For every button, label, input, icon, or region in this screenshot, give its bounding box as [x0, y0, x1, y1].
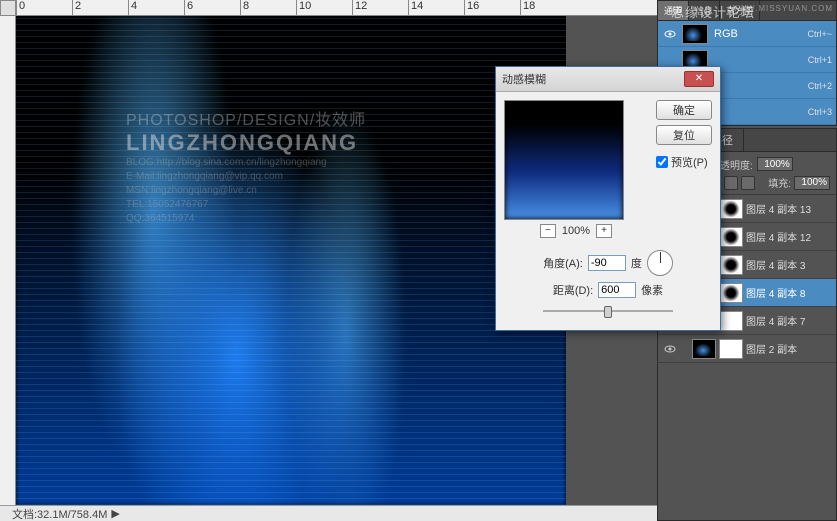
layer-name: 图层 4 副本 7: [746, 313, 805, 328]
status-flyout-icon[interactable]: ▶: [111, 507, 119, 520]
eye-icon[interactable]: [662, 342, 678, 356]
angle-unit: 度: [631, 255, 642, 271]
angle-label: 角度(A):: [543, 255, 583, 271]
zoom-in-button[interactable]: +: [596, 224, 612, 238]
ruler-horizontal[interactable]: 024681012141618: [16, 0, 657, 16]
layer-name: 图层 4 副本 8: [746, 285, 805, 300]
fill-label: 填充:: [768, 175, 791, 190]
channel-thumb: [682, 24, 708, 44]
distance-input[interactable]: [598, 282, 636, 298]
ruler-origin[interactable]: [0, 0, 16, 16]
status-bar: 文档:32.1M/758.4M ▶: [0, 505, 657, 521]
slider-thumb[interactable]: [604, 306, 612, 318]
document-canvas[interactable]: PHOTOSHOP/DESIGN/妆效师 LINGZHONGQIANG BLOG…: [16, 16, 566, 505]
reset-button[interactable]: 复位: [656, 125, 712, 145]
artwork-credit-text: PHOTOSHOP/DESIGN/妆效师 LINGZHONGQIANG BLOG…: [126, 106, 556, 226]
tab-histogram[interactable]: 直方图: [720, 1, 760, 20]
motion-blur-dialog: 动感模糊 ✕ − 100% + 确定 复位 预览(P) 角度(A): 度: [495, 66, 721, 331]
channel-shortcut: Ctrl+3: [808, 107, 832, 117]
layer-row[interactable]: 图层 2 副本: [658, 335, 836, 363]
channel-shortcut: Ctrl+1: [808, 55, 832, 65]
opacity-input[interactable]: [757, 157, 793, 171]
preview-box[interactable]: [504, 100, 624, 220]
zoom-out-button[interactable]: −: [540, 224, 556, 238]
distance-label: 距离(D):: [553, 282, 593, 298]
angle-dial[interactable]: [647, 250, 673, 276]
mask-thumb: [719, 311, 743, 331]
dialog-title: 动感模糊: [502, 71, 684, 87]
tab-info[interactable]: 信息: [689, 1, 720, 20]
channel-shortcut: Ctrl+2: [808, 81, 832, 91]
eye-icon[interactable]: [662, 53, 678, 67]
fill-input[interactable]: [794, 176, 830, 190]
dialog-titlebar[interactable]: 动感模糊 ✕: [496, 67, 720, 92]
mask-thumb: [719, 227, 743, 247]
channels-panel-tabs: 通道 信息 直方图: [658, 1, 836, 21]
channel-shortcut: Ctrl+~: [807, 29, 832, 39]
lock-position-icon[interactable]: [724, 176, 738, 190]
layer-name: 图层 2 副本: [746, 341, 797, 356]
mask-thumb: [719, 283, 743, 303]
layer-name: 图层 4 副本 13: [746, 201, 811, 216]
distance-slider[interactable]: [543, 304, 673, 318]
ruler-vertical[interactable]: [0, 16, 16, 505]
mask-thumb: [719, 255, 743, 275]
layer-thumb: [692, 339, 716, 359]
mask-thumb: [719, 339, 743, 359]
channel-name: RGB: [714, 28, 807, 40]
channel-row-rgb[interactable]: RGB Ctrl+~: [658, 21, 836, 47]
preview-checkbox-label[interactable]: 预览(P): [656, 154, 712, 170]
doc-size-label: 文档:32.1M/758.4M: [12, 506, 107, 521]
distance-unit: 像素: [641, 282, 663, 298]
zoom-level: 100%: [562, 225, 590, 237]
tab-channels[interactable]: 通道: [658, 1, 689, 20]
layer-name: 图层 4 副本 12: [746, 229, 811, 244]
ok-button[interactable]: 确定: [656, 100, 712, 120]
preview-checkbox[interactable]: [656, 156, 668, 168]
eye-icon[interactable]: [662, 27, 678, 41]
artwork-streaks: [16, 16, 566, 505]
layer-name: 图层 4 副本 3: [746, 257, 805, 272]
angle-input[interactable]: [588, 255, 626, 271]
close-button[interactable]: ✕: [684, 71, 714, 87]
mask-thumb: [719, 199, 743, 219]
lock-all-icon[interactable]: [741, 176, 755, 190]
